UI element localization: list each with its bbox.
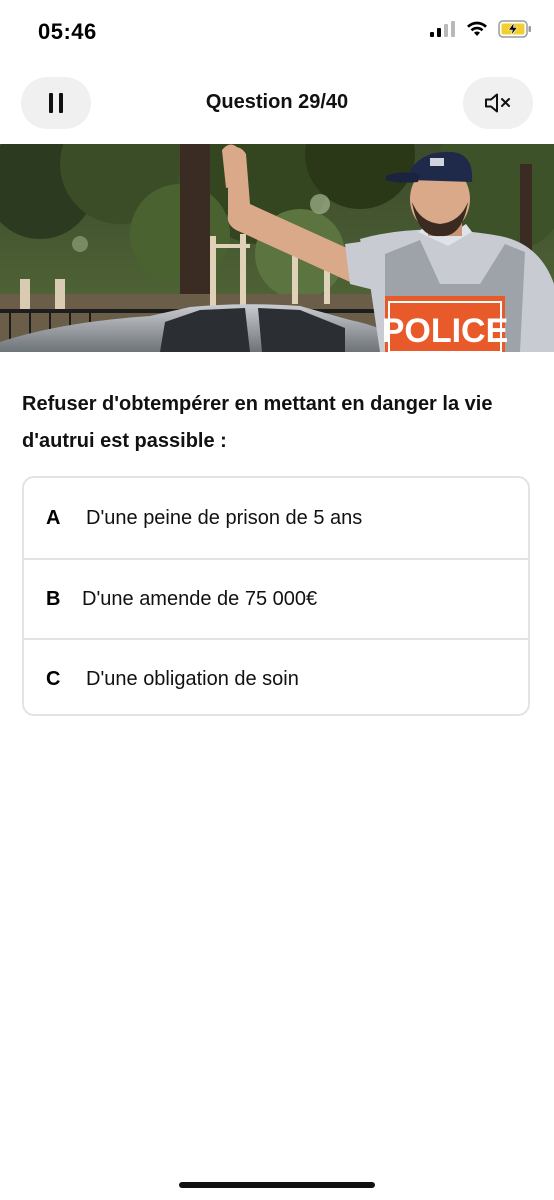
battery-charging-icon xyxy=(498,20,531,38)
quiz-header: Question 29/40 xyxy=(0,62,554,144)
speaker-muted-icon xyxy=(485,93,510,113)
status-bar: 05:46 xyxy=(0,0,554,62)
police-vest-label: POLICE xyxy=(382,312,509,350)
answer-list: A D'une peine de prison de 5 ans B D'une… xyxy=(22,476,530,716)
home-indicator[interactable] xyxy=(179,1182,375,1188)
answer-letter: A xyxy=(46,506,61,529)
mute-button[interactable] xyxy=(463,77,533,129)
answer-text: D'une peine de prison de 5 ans xyxy=(86,506,363,529)
question-photo: POLICE xyxy=(0,144,554,352)
answer-letter: C xyxy=(46,667,61,690)
status-icons xyxy=(430,20,532,38)
cellular-signal-icon xyxy=(430,21,455,37)
question-text: Refuser d'obtempérer en mettant en dange… xyxy=(22,393,493,452)
answer-option-c[interactable]: C D'une obligation de soin xyxy=(24,638,528,714)
answer-letter: B xyxy=(46,587,61,610)
answer-option-b[interactable]: B D'une amende de 75 000€ xyxy=(24,558,528,638)
answer-option-a[interactable]: A D'une peine de prison de 5 ans xyxy=(24,478,528,558)
answer-text: D'une obligation de soin xyxy=(86,667,299,690)
answer-text: D'une amende de 75 000€ xyxy=(82,587,318,610)
wifi-icon xyxy=(467,21,487,36)
status-time: 05:46 xyxy=(38,19,97,44)
police-officer-illustration: POLICE xyxy=(0,144,554,352)
